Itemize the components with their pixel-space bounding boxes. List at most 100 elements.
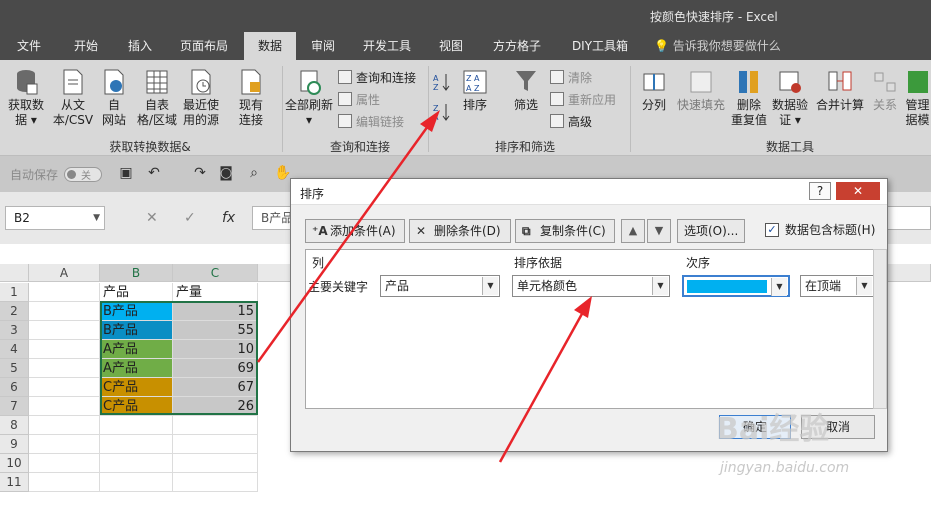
table-cell[interactable] <box>29 283 100 302</box>
from-table-button[interactable]: 自表 格/区域 <box>134 68 180 128</box>
table-cell[interactable]: 55 <box>173 321 258 340</box>
close-button[interactable]: ✕ <box>836 182 880 200</box>
undo-icon[interactable]: ↶ <box>146 165 162 181</box>
table-cell[interactable] <box>173 454 258 473</box>
table-cell[interactable]: 10 <box>173 340 258 359</box>
sort-on-select[interactable]: 单元格颜色 ▼ <box>512 275 670 297</box>
filter-button[interactable]: 筛选 <box>506 68 546 113</box>
has-header-checkbox[interactable]: ✓ <box>765 223 779 237</box>
cancel-icon[interactable]: ✕ <box>146 206 158 230</box>
table-cell[interactable] <box>29 359 100 378</box>
table-cell[interactable] <box>173 416 258 435</box>
tab-review[interactable]: 审阅 <box>302 32 344 60</box>
table-cell[interactable] <box>100 473 173 492</box>
sort-level-row[interactable]: 主要关键字 产品 ▼ 单元格颜色 ▼ ▼ 在顶端 ▼ <box>306 272 874 302</box>
select-all-corner[interactable] <box>0 264 29 282</box>
table-cell[interactable]: B产品 <box>100 302 173 321</box>
advanced-filter-button[interactable]: 高级 <box>550 112 592 132</box>
sort-column-select[interactable]: 产品 ▼ <box>380 275 500 297</box>
table-cell[interactable] <box>29 397 100 416</box>
table-cell[interactable] <box>173 473 258 492</box>
table-cell[interactable] <box>29 378 100 397</box>
list-scrollbar[interactable] <box>873 249 887 409</box>
row-header[interactable]: 6 <box>0 378 29 397</box>
order-color-select[interactable]: ▼ <box>682 275 790 297</box>
table-cell[interactable]: 产量 <box>173 283 258 302</box>
table-cell[interactable] <box>29 340 100 359</box>
redo-icon[interactable]: ↷ <box>192 165 208 181</box>
move-down-button[interactable]: ▼ <box>647 219 671 243</box>
tab-diy-toolbox[interactable]: DIY工具箱 <box>562 32 638 60</box>
relationships-button[interactable]: 关系 <box>868 68 902 113</box>
tab-view[interactable]: 视图 <box>430 32 472 60</box>
remove-duplicates-button[interactable]: 删除 重复值 <box>730 68 768 128</box>
row-header[interactable]: 3 <box>0 321 29 340</box>
table-cell[interactable]: 15 <box>173 302 258 321</box>
reapply-button[interactable]: 重新应用 <box>550 90 616 110</box>
table-cell[interactable]: 26 <box>173 397 258 416</box>
table-cell[interactable]: B产品 <box>100 321 173 340</box>
from-web-button[interactable]: 自网站 <box>96 68 132 128</box>
column-header-b[interactable]: B <box>100 264 173 282</box>
sort-button[interactable]: Z AA Z 排序 <box>458 68 492 113</box>
table-cell[interactable]: 69 <box>173 359 258 378</box>
tell-me-search[interactable]: 💡 告诉我你想要做什么 <box>654 32 781 60</box>
tab-insert[interactable]: 插入 <box>116 32 164 60</box>
table-cell[interactable]: C产品 <box>100 378 173 397</box>
tab-data[interactable]: 数据 <box>244 32 296 60</box>
existing-connections-button[interactable]: 现有 连接 <box>232 68 270 128</box>
camera-icon[interactable]: ◙ <box>218 165 234 181</box>
get-data-button[interactable]: 获取数据 ▾ <box>2 68 50 128</box>
table-cell[interactable] <box>29 435 100 454</box>
row-header[interactable]: 10 <box>0 454 29 473</box>
table-cell[interactable]: 67 <box>173 378 258 397</box>
touch-mode-icon[interactable]: ✋ <box>274 165 291 181</box>
refresh-all-button[interactable]: 全部刷新 ▾ <box>282 68 336 128</box>
tab-fangfang[interactable]: 方方格子 <box>482 32 552 60</box>
clear-filter-button[interactable]: 清除 <box>550 68 592 88</box>
table-cell[interactable] <box>29 454 100 473</box>
row-header[interactable]: 1 <box>0 283 29 302</box>
table-cell[interactable] <box>100 454 173 473</box>
table-cell[interactable]: A产品 <box>100 359 173 378</box>
text-to-columns-button[interactable]: 分列 <box>636 68 672 113</box>
table-cell[interactable]: C产品 <box>100 397 173 416</box>
autosave-toggle[interactable]: 关 <box>64 167 102 182</box>
options-button[interactable]: 选项(O)... <box>677 219 745 243</box>
table-cell[interactable] <box>29 321 100 340</box>
save-icon[interactable]: ▣ <box>118 165 134 181</box>
tab-home[interactable]: 开始 <box>60 32 112 60</box>
from-text-csv-button[interactable]: 从文 本/CSV <box>50 68 96 128</box>
consolidate-button[interactable]: 合并计算 <box>814 68 866 113</box>
move-up-button[interactable]: ▲ <box>621 219 645 243</box>
row-header[interactable]: 5 <box>0 359 29 378</box>
row-header[interactable]: 2 <box>0 302 29 321</box>
manage-data-model-button[interactable]: 管理 据模 <box>904 68 931 128</box>
ok-button[interactable]: 确定 <box>719 415 791 439</box>
table-cell[interactable] <box>100 435 173 454</box>
table-cell[interactable] <box>173 435 258 454</box>
sort-descending-button[interactable]: ZA <box>432 102 452 126</box>
print-preview-icon[interactable]: ⌕ <box>246 165 262 181</box>
cancel-button[interactable]: 取消 <box>801 415 875 439</box>
recent-sources-button[interactable]: 最近使 用的源 <box>180 68 222 128</box>
tab-page-layout[interactable]: 页面布局 <box>170 32 238 60</box>
queries-connections-button[interactable]: 查询和连接 <box>338 68 416 88</box>
table-cell[interactable] <box>29 416 100 435</box>
column-header-a[interactable]: A <box>29 264 100 282</box>
row-header[interactable]: 9 <box>0 435 29 454</box>
data-validation-button[interactable]: 数据验证 ▾ <box>770 68 810 128</box>
order-position-select[interactable]: 在顶端 ▼ <box>800 275 874 297</box>
edit-links-button[interactable]: 编辑链接 <box>338 112 404 132</box>
table-cell[interactable] <box>29 302 100 321</box>
row-header[interactable]: 7 <box>0 397 29 416</box>
row-header[interactable]: 8 <box>0 416 29 435</box>
row-header[interactable]: 11 <box>0 473 29 492</box>
table-cell[interactable] <box>100 416 173 435</box>
table-cell[interactable] <box>29 473 100 492</box>
copy-condition-button[interactable]: ⧉ 复制条件(C) <box>515 219 615 243</box>
delete-condition-button[interactable]: ✕ 删除条件(D) <box>409 219 511 243</box>
sort-ascending-button[interactable]: AZ <box>432 72 452 96</box>
add-condition-button[interactable]: ⁺A 添加条件(A) <box>305 219 405 243</box>
tab-developer[interactable]: 开发工具 <box>352 32 422 60</box>
